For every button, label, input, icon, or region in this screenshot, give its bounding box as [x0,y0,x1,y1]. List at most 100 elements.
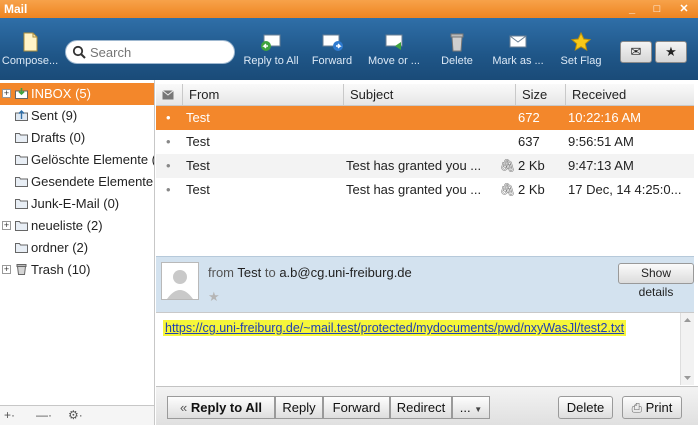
envelope-icon [162,90,174,100]
recipient-address[interactable]: a.b@cg.uni-freiburg.de [279,265,411,280]
chevron-down-icon: ▼ [474,405,483,414]
folder-drafts[interactable]: Drafts (0) [0,127,154,149]
message-row[interactable]: • Test Test has granted you ... 🖇 2 Kb 9… [156,154,694,178]
message-list: From Subject Size Received • Test 672 10… [156,84,694,256]
move-button[interactable]: Move or ... [364,32,424,76]
reply-action-button[interactable]: Reply [275,396,323,419]
folder-label: INBOX (5) [31,86,91,101]
row-subject: Test has granted you ... [346,182,482,197]
scroll-arrows-icon [684,318,691,380]
favorite-toggle-button[interactable]: ★ [655,41,687,63]
more-actions-dropdown[interactable]: ... ▼ [452,396,490,419]
search-input[interactable] [90,44,228,60]
folder-geloeschte-elemente[interactable]: Gelöschte Elemente (0) [0,149,155,171]
search-box[interactable] [65,40,235,64]
flag-star-icon[interactable]: ★ [208,289,220,305]
inbox-icon [15,88,28,99]
row-size: 637 [518,134,540,149]
column-size[interactable]: Size [515,84,565,106]
folder-ordner[interactable]: ordner (2) [0,237,154,259]
forward-icon [322,34,343,51]
title-bar: Mail _ □ ✕ [0,0,698,18]
reply-all-action-button[interactable]: « Reply to All [167,396,275,419]
paperclip-icon: 🖇 [499,158,516,173]
reply-all-arrow-icon: « [180,400,188,415]
window-title: Mail [4,2,28,16]
delete-toolbar-button[interactable]: Delete [436,32,478,76]
delete-action-button[interactable]: Delete [558,396,613,419]
row-received: 9:47:13 AM [568,158,634,173]
expand-icon[interactable]: + [2,221,11,230]
envelope-toggle-button[interactable]: ✉ [620,41,652,63]
row-received: 17 Dec, 14 4:25:0... [568,182,682,197]
star-filled-icon: ★ [665,44,677,59]
folder-sent[interactable]: Sent (9) [0,105,154,127]
add-folder-button[interactable]: +· [4,408,15,422]
forward-label: Forward [311,55,353,67]
from-prefix: from [208,265,234,280]
show-details-button[interactable]: Show details [618,263,694,299]
redirect-action-button[interactable]: Redirect [390,396,452,419]
reply-all-icon [261,34,281,51]
row-from: Test [186,110,210,125]
column-subject[interactable]: Subject [343,84,515,106]
message-row[interactable]: • Test Test has granted you ... 🖇 2 Kb 1… [156,178,694,202]
folder-label: ordner (2) [31,240,89,255]
mark-as-button[interactable]: Mark as ... [488,32,548,76]
forward-action-button[interactable]: Forward [323,396,390,419]
set-flag-button[interactable]: Set Flag [556,32,606,76]
row-from: Test [186,134,210,149]
column-received[interactable]: Received [565,84,694,106]
mark-as-label: Mark as ... [492,55,544,67]
message-link[interactable]: https://cg.uni-freiburg.de/~mail.test/pr… [163,320,627,336]
folder-icon [15,177,28,187]
move-label: Move or ... [368,55,420,67]
row-size: 2 Kb [518,158,545,173]
print-action-button[interactable]: ⎙ Print [622,396,682,419]
search-icon [72,45,86,59]
message-row[interactable]: • Test 637 9:56:51 AM [156,130,694,154]
folder-label: Trash (10) [31,262,91,277]
expand-icon[interactable]: + [2,265,11,274]
more-actions-label: ... [459,400,471,415]
body-scrollbar[interactable] [680,313,694,385]
list-options-button[interactable] [156,84,182,106]
folder-label: Gesendete Elemente (0) [31,174,154,189]
move-icon [385,34,403,50]
delete-toolbar-label: Delete [441,55,473,67]
forward-button[interactable]: Forward [308,32,356,76]
minimize-button[interactable]: _ [624,1,640,17]
folder-gesendete-elemente[interactable]: Gesendete Elemente (0) [0,171,154,193]
preview-header: from Test to a.b@cg.uni-freiburg.de ★ Sh… [156,256,694,312]
column-from[interactable]: From [182,84,343,106]
reply-all-action-label: Reply to All [190,400,262,415]
read-dot-icon: • [166,158,171,173]
close-button[interactable]: ✕ [676,1,692,17]
folder-icon [15,243,28,253]
message-body: https://cg.uni-freiburg.de/~mail.test/pr… [156,312,694,385]
mark-icon [509,35,527,48]
folder-inbox[interactable]: + INBOX (5) [0,83,154,105]
folder-label: Gelöschte Elemente (0) [31,152,155,167]
remove-folder-button[interactable]: —· [36,408,52,422]
folder-neueliste[interactable]: + neueliste (2) [0,215,154,237]
print-action-label: Print [645,400,673,415]
folder-trash[interactable]: + Trash (10) [0,259,154,281]
reply-all-button[interactable]: Reply to All [240,32,302,76]
compose-icon [23,32,38,52]
row-size: 2 Kb [518,182,545,197]
folder-settings-button[interactable]: ⚙· [68,408,83,422]
sender-name[interactable]: Test [237,265,261,280]
row-from: Test [186,158,210,173]
paperclip-icon: 🖇 [499,182,516,197]
from-line: from Test to a.b@cg.uni-freiburg.de [208,265,412,280]
maximize-button[interactable]: □ [649,1,665,17]
row-received: 9:56:51 AM [568,134,634,149]
unread-dot-icon: • [166,110,171,125]
folder-junk-e-mail[interactable]: Junk-E-Mail (0) [0,193,154,215]
message-row[interactable]: • Test 672 10:22:16 AM [156,106,694,130]
folder-label: Drafts (0) [31,130,86,145]
printer-icon: ⎙ [631,400,643,415]
expand-icon[interactable]: + [2,89,11,98]
compose-button[interactable]: Compose... [0,32,60,76]
